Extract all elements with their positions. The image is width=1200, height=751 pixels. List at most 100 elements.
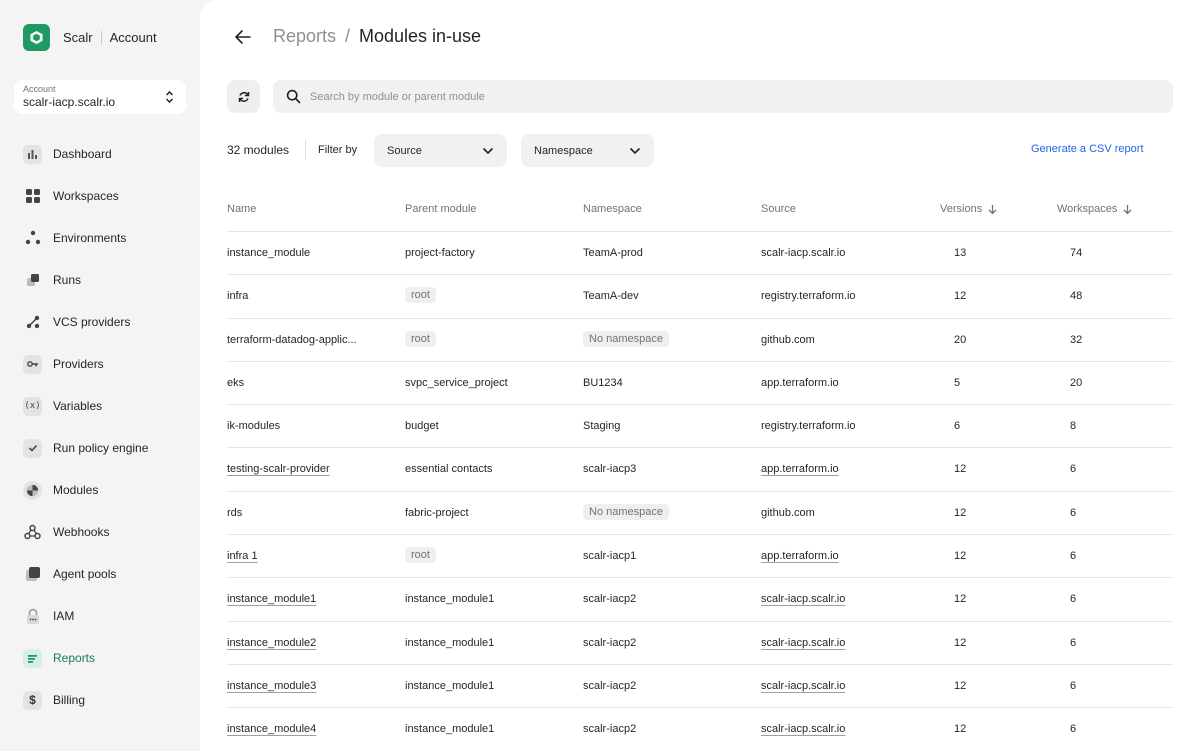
table-row[interactable]: instance_module1 instance_module1 scalr-ia…: [227, 578, 1173, 622]
sidebar-item-label: Reports: [53, 651, 96, 665]
column-header-namespace[interactable]: Namespace: [583, 203, 642, 215]
sidebar-item-label: Variables: [53, 399, 103, 413]
versions-count: 12: [954, 506, 967, 519]
workspaces-count: 48: [1070, 290, 1083, 303]
sidebar-item-dashboard[interactable]: Dashboard: [23, 144, 112, 164]
sidebar-item-vcs-providers[interactable]: VCS providers: [23, 312, 130, 332]
source: registry.terraform.io: [761, 420, 856, 433]
versions-count: 12: [954, 679, 967, 692]
table-row[interactable]: instance_module project-factory TeamA-prod…: [227, 232, 1173, 276]
source[interactable]: scalr-iacp.scalr.io: [761, 593, 845, 605]
table-row[interactable]: instance_module2 instance_module1 scalr-ia…: [227, 622, 1173, 665]
reports-icon: [23, 648, 42, 668]
refresh-button[interactable]: [227, 80, 260, 113]
parent-module: fabric-project: [405, 506, 469, 519]
search-input[interactable]: [273, 80, 1173, 113]
sidebar-item-workspaces[interactable]: Workspaces: [23, 186, 119, 206]
brand-divider: [100, 30, 102, 44]
page-title: Modules in-use: [359, 26, 482, 46]
parent-module: project-factory: [405, 247, 475, 259]
module-name[interactable]: rds: [227, 507, 242, 519]
sidebar-item-iam[interactable]: IAM: [23, 606, 74, 626]
module-name[interactable]: terraform-datadog-applic...: [227, 334, 357, 346]
sidebar-item-reports[interactable]: Reports: [23, 648, 95, 668]
workspaces-count: 6: [1070, 463, 1077, 476]
table-row[interactable]: infra 1 root scalr-iacp1 app.terraform.io 12…: [227, 535, 1173, 579]
back-arrow-icon[interactable]: [233, 28, 253, 46]
table-row[interactable]: infra root TeamA-dev registry.terraform.io 1…: [227, 275, 1173, 319]
source-filter-dropdown[interactable]: Source: [374, 134, 507, 167]
source: github.com: [761, 333, 815, 346]
workspaces-count: 6: [1070, 550, 1077, 563]
providers-icon: [23, 354, 42, 374]
filter-by-label: Filter by: [318, 144, 358, 156]
workspaces-count: 20: [1070, 376, 1083, 389]
dashboard-icon: [23, 144, 42, 164]
table-row[interactable]: ik-modules budget Staging registry.terrafor…: [227, 405, 1173, 449]
module-name[interactable]: instance_module: [227, 247, 310, 259]
source[interactable]: scalr-iacp.scalr.io: [761, 723, 845, 735]
brand[interactable]: Scalr Account: [23, 23, 157, 51]
chevron-updown-icon: [165, 90, 174, 104]
module-name[interactable]: instance_module4: [227, 723, 316, 735]
source[interactable]: app.terraform.io: [761, 463, 839, 475]
sidebar-item-label: Providers: [53, 357, 104, 371]
breadcrumb-separator: /: [345, 26, 351, 46]
column-header-versions[interactable]: Versions: [940, 203, 997, 215]
module-name[interactable]: infra: [227, 290, 248, 302]
brand-section: Account: [109, 29, 157, 45]
versions-count: 12: [954, 550, 967, 563]
table-row[interactable]: testing-scalr-provider essential contacts…: [227, 448, 1173, 492]
toolbar-divider: [305, 140, 306, 160]
table-body: instance_module project-factory TeamA-prod…: [227, 232, 1173, 751]
sidebar-item-run-policy-engine[interactable]: Run policy engine: [23, 438, 148, 458]
parent-module: instance_module1: [405, 593, 495, 606]
table-row[interactable]: instance_module4 instance_module1 scalr-ia…: [227, 708, 1173, 751]
search-icon: [286, 89, 301, 104]
namespace-filter-dropdown[interactable]: Namespace: [521, 134, 654, 167]
sidebar-item-webhooks[interactable]: Webhooks: [23, 522, 109, 542]
main-panel: Reports / Modules in-use 32 modules Filt…: [200, 0, 1200, 751]
sidebar-item-billing[interactable]: $ Billing: [23, 690, 85, 710]
namespace: scalr-iacp1: [583, 550, 637, 563]
source[interactable]: app.terraform.io: [761, 550, 839, 562]
module-name[interactable]: eks: [227, 377, 244, 389]
table-row[interactable]: rds fabric-project No namespace github.com 1…: [227, 492, 1173, 536]
module-name[interactable]: ik-modules: [227, 420, 280, 432]
module-name[interactable]: testing-scalr-provider: [227, 463, 330, 475]
table-row[interactable]: terraform-datadog-applic... root No namesp…: [227, 319, 1173, 362]
chevron-down-icon: [482, 147, 494, 154]
sidebar-item-runs[interactable]: Runs: [23, 270, 81, 290]
sidebar-item-variables[interactable]: (x) Variables: [23, 396, 102, 416]
module-name[interactable]: infra 1: [227, 550, 258, 562]
sidebar-item-label: Runs: [53, 273, 82, 287]
namespace: scalr-iacp3: [583, 463, 637, 476]
source: registry.terraform.io: [761, 290, 856, 303]
sidebar-item-modules[interactable]: Modules: [23, 480, 98, 500]
column-header-name[interactable]: Name: [227, 203, 256, 215]
sidebar-item-environments[interactable]: Environments: [23, 228, 126, 248]
versions-count: 12: [954, 593, 967, 606]
sidebar-item-providers[interactable]: Providers: [23, 354, 104, 374]
breadcrumb-reports[interactable]: Reports: [273, 26, 336, 47]
module-name[interactable]: instance_module3: [227, 680, 316, 692]
source[interactable]: scalr-iacp.scalr.io: [761, 637, 845, 649]
source[interactable]: scalr-iacp.scalr.io: [761, 680, 845, 692]
account-switcher[interactable]: Account scalr-iacp.scalr.io: [14, 80, 186, 114]
module-name[interactable]: instance_module1: [227, 593, 316, 605]
account-label: Account: [23, 84, 56, 94]
source: app.terraform.io: [761, 376, 839, 389]
column-header-parent-module[interactable]: Parent module: [405, 203, 477, 215]
sidebar-item-agent-pools[interactable]: Agent pools: [23, 564, 116, 584]
column-header-workspaces[interactable]: Workspaces: [1057, 203, 1132, 215]
sidebar-item-label: Agent pools: [53, 567, 117, 581]
namespace-badge: No namespace: [583, 330, 669, 347]
versions-count: 12: [954, 290, 967, 303]
generate-csv-link[interactable]: Generate a CSV report: [1031, 143, 1144, 155]
table-row[interactable]: instance_module3 instance_module1 scalr-ia…: [227, 665, 1173, 709]
parent-module-badge: root: [405, 287, 436, 304]
column-header-source[interactable]: Source: [761, 203, 796, 215]
module-name[interactable]: instance_module2: [227, 637, 316, 649]
workspaces-count: 6: [1070, 506, 1077, 519]
table-row[interactable]: eks svpc_service_project BU1234 app.terrafo…: [227, 362, 1173, 406]
